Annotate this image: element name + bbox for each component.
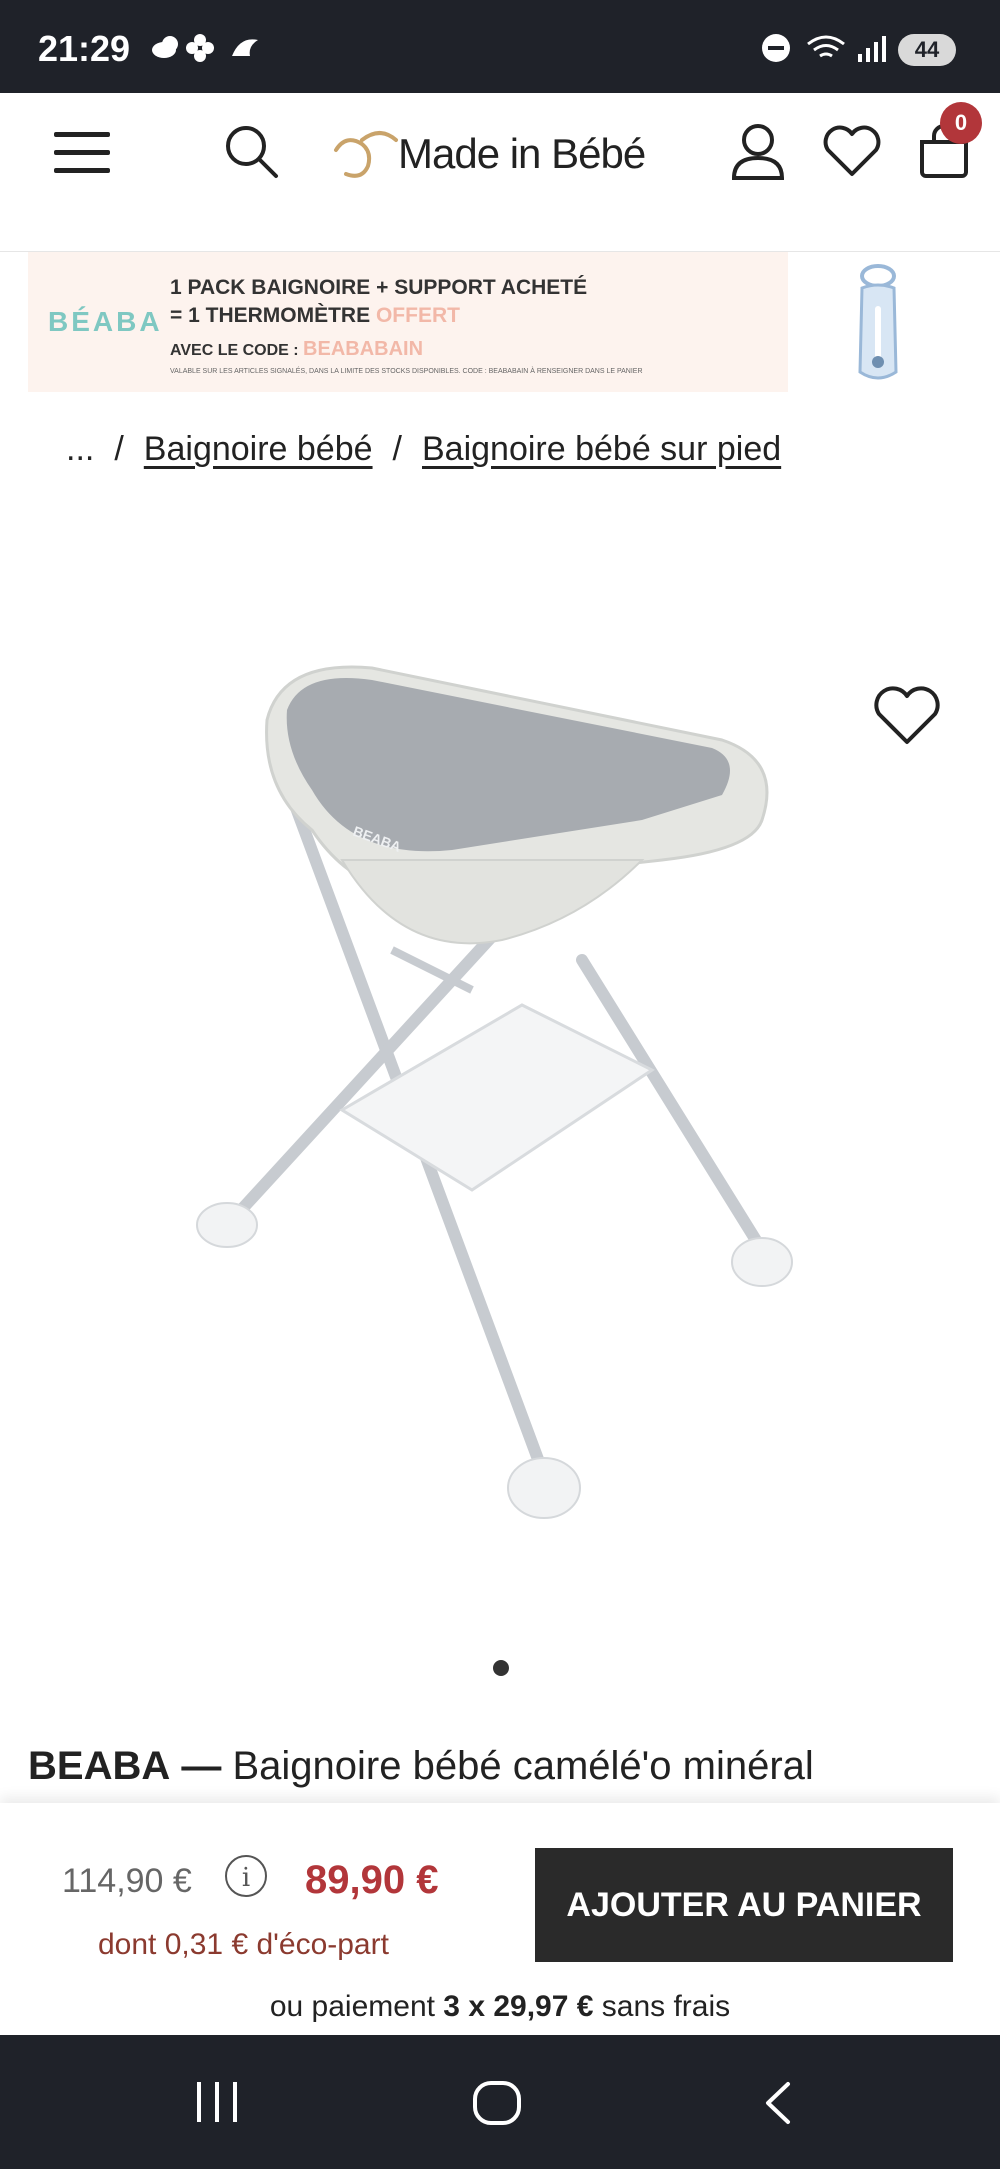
menu-icon[interactable] [52,128,114,181]
product-title-dash: — [181,1744,222,1788]
promo-line-2-text: = 1 THERMOMÈTRE [170,304,376,327]
battery-indicator: 44 [898,34,956,66]
breadcrumb-link-baignoire-bebe[interactable]: Baignoire bébé [144,430,373,468]
carousel-dot-active[interactable] [493,1660,509,1676]
breadcrumb-separator: / [392,430,402,468]
product-title: BEABA — Baignoire bébé camélé'o minéral [28,1744,814,1789]
promo-line-3: AVEC LE CODE : BEABABAIN [170,338,423,361]
promo-line-1: 1 PACK BAIGNOIRE + SUPPORT ACHETÉ [170,276,588,299]
thermometer-image [848,262,908,389]
search-icon[interactable] [222,122,282,187]
system-icons [758,30,898,66]
breadcrumb-separator: / [114,430,124,468]
promo-brand: BÉABA [48,306,163,337]
status-time: 21:29 [38,28,131,69]
breadcrumb-link-baignoire-sur-pied[interactable]: Baignoire bébé sur pied [422,430,781,468]
info-icon[interactable]: i [225,1855,267,1897]
installment-suffix: sans frais [593,1990,731,2023]
promo-fine-print: VALABLE SUR LES ARTICLES SIGNALÉS, DANS … [170,368,643,375]
promo-code: BEABABAIN [303,338,424,360]
home-icon[interactable] [472,2080,522,2131]
cloud-icon [152,34,258,62]
breadcrumb: ... / Baignoire bébé / Baignoire bébé sur pi… [66,430,781,469]
installment-prefix: ou paiement [269,1990,444,2023]
product-brand[interactable]: BEABA [28,1744,170,1788]
breadcrumb-ellipsis[interactable]: ... [66,430,94,468]
eco-participation: dont 0,31 € d'éco-part [98,1928,389,1961]
installment-info: ou paiement 3 x 29,97 € sans frais [0,1990,1000,2024]
installment-amount: 3 x 29,97 € [443,1990,594,2023]
old-price: 114,90 € [62,1862,192,1900]
promo-offer-text: OFFERT [375,304,460,327]
cart-count-badge: 0 [940,102,982,144]
logo-icon[interactable] [332,128,400,185]
account-icon[interactable] [730,122,786,187]
product-image[interactable]: BEABA [22,620,972,1580]
back-icon[interactable] [760,2080,796,2131]
promo-code-label: AVEC LE CODE : [170,342,304,359]
site-logo[interactable]: Made in Bébé [398,130,646,178]
recent-apps-icon[interactable] [193,2080,241,2129]
product-name: Baignoire bébé camélé'o minéral [232,1744,814,1788]
add-to-cart-button[interactable]: AJOUTER AU PANIER [535,1848,953,1962]
notification-icons [148,30,268,74]
wishlist-icon[interactable] [822,124,882,183]
current-price: 89,90 € [305,1858,439,1902]
promo-line-2: = 1 THERMOMÈTRE OFFERT [170,304,460,328]
product-wishlist-icon[interactable] [872,684,942,753]
